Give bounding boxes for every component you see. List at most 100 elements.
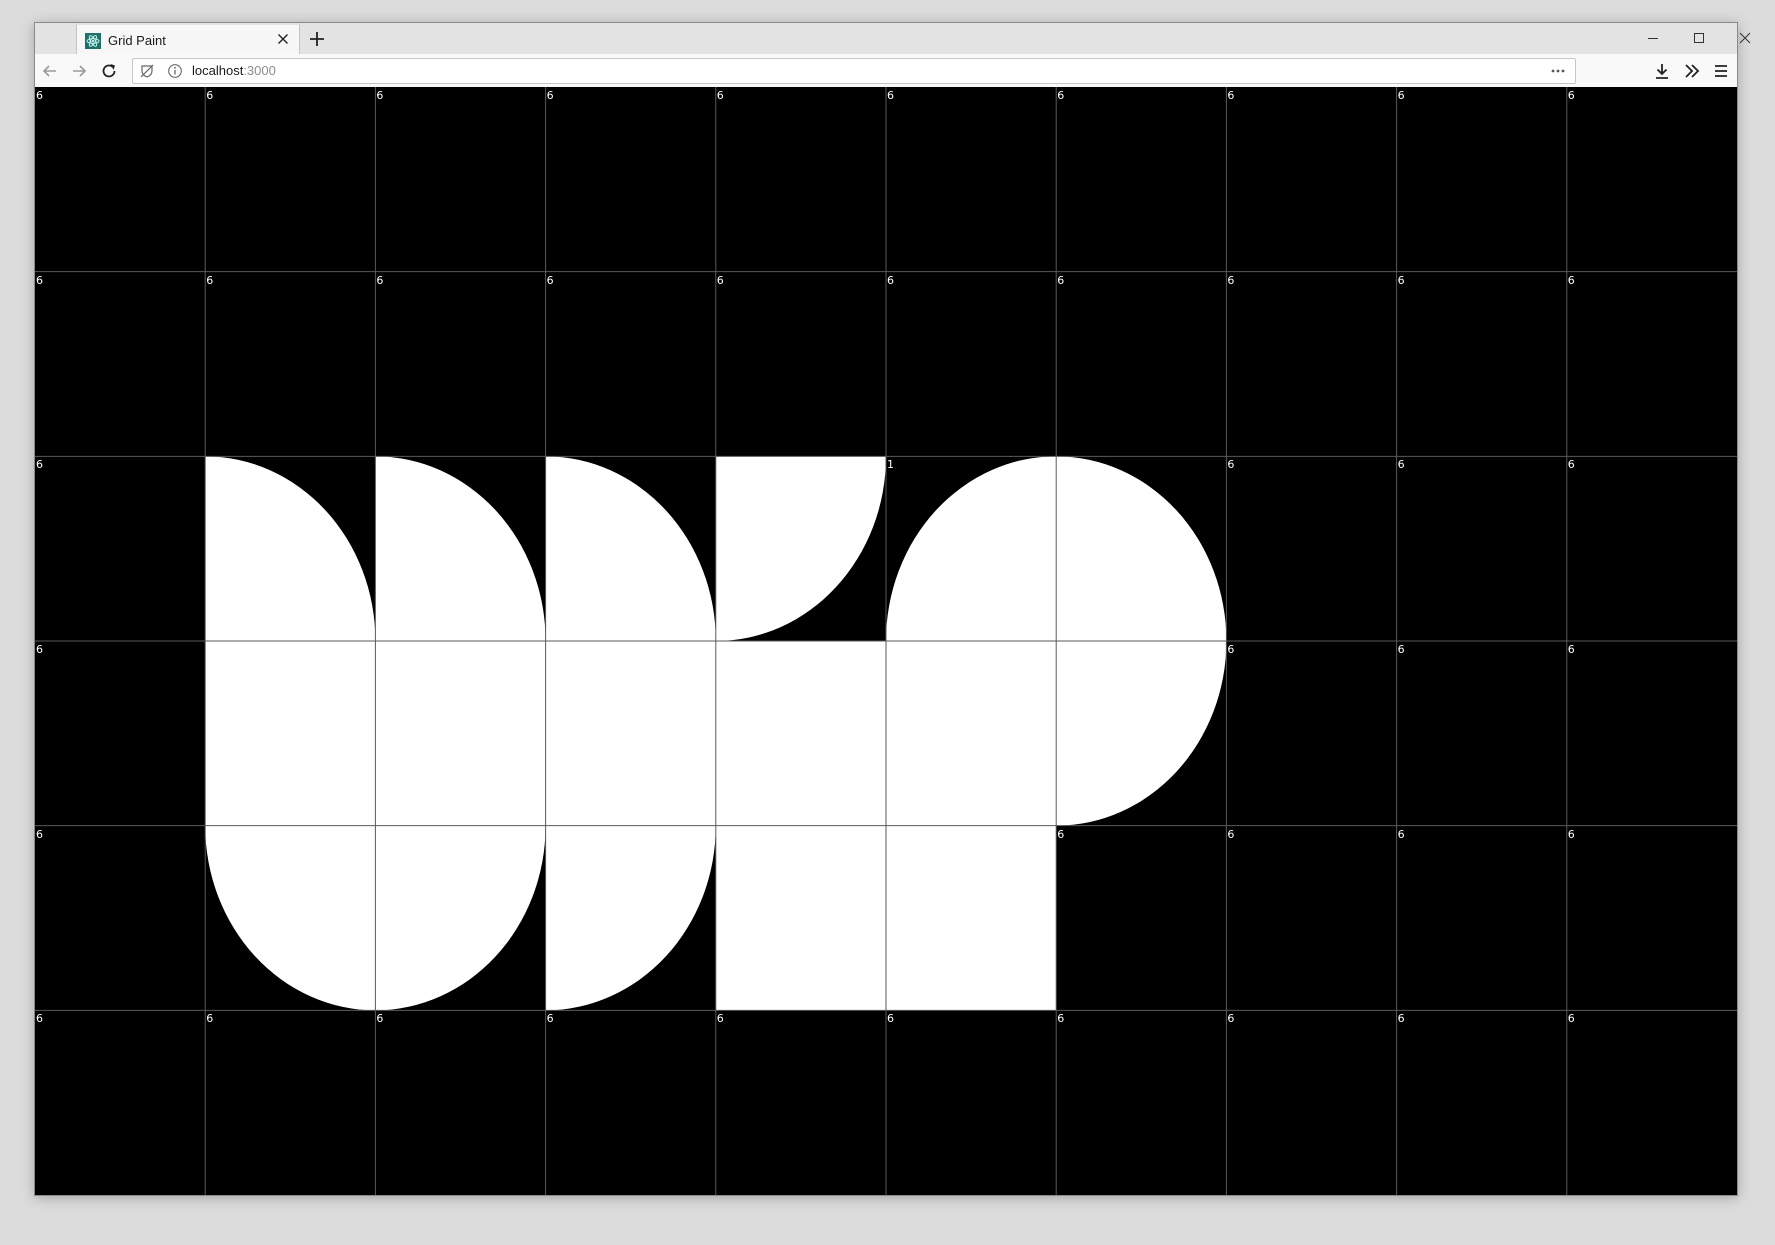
url-port: :3000 — [243, 63, 276, 78]
grid-cell[interactable] — [715, 1010, 886, 1195]
grid-cell[interactable] — [1566, 87, 1737, 272]
grid-cell[interactable] — [1396, 87, 1567, 272]
paint-canvas[interactable]: 6 6 6 6 6 6 6 6 6 6 6 6 6 6 6 6 6 6 6 6 6 1 6 6 6 6 6 6 6 6 6 6 6 6 6 6 6 6 6 6… — [35, 87, 1737, 1195]
grid-cell[interactable] — [205, 825, 376, 1011]
grid-cell[interactable] — [1056, 87, 1227, 272]
download-icon[interactable] — [1652, 61, 1672, 81]
reload-icon[interactable] — [99, 61, 119, 81]
cell-background — [1566, 87, 1737, 272]
plus-icon[interactable] — [307, 29, 327, 49]
cell-label: 6 — [1567, 458, 1575, 472]
tab-grid-paint[interactable]: Grid Paint — [76, 23, 300, 54]
cell-background — [1396, 641, 1567, 826]
grid-cell[interactable] — [205, 87, 376, 272]
grid-cell[interactable] — [886, 1010, 1057, 1195]
grid-cell[interactable] — [205, 641, 376, 826]
url-text[interactable]: localhost:3000 — [192, 63, 276, 78]
grid-cell[interactable] — [375, 825, 546, 1011]
grid-cell[interactable] — [1396, 825, 1567, 1011]
grid-cell[interactable] — [1226, 641, 1397, 826]
grid-cell[interactable] — [886, 825, 1057, 1011]
grid-cell[interactable] — [715, 271, 886, 457]
cell-label: 6 — [716, 1012, 724, 1026]
grid-cell[interactable] — [1226, 87, 1397, 272]
grid-cell[interactable] — [1396, 456, 1567, 641]
grid-cell[interactable] — [886, 271, 1057, 457]
cell-background — [886, 1010, 1057, 1195]
cell-label: 6 — [36, 827, 43, 841]
grid-cell[interactable] — [35, 825, 206, 1011]
grid-cell[interactable] — [1056, 825, 1227, 1011]
back-arrow-icon[interactable] — [40, 61, 60, 81]
grid-cell[interactable] — [375, 641, 546, 826]
grid-cell[interactable] — [1056, 1010, 1227, 1195]
tab-strip: Grid Paint — [35, 23, 1751, 55]
grid-cell[interactable] — [375, 1010, 546, 1195]
url-bar[interactable]: localhost:3000 — [132, 58, 1576, 84]
grid-cell[interactable] — [1226, 825, 1397, 1011]
grid-cell[interactable] — [35, 271, 206, 457]
cell-background — [1566, 641, 1737, 826]
grid-cell[interactable] — [545, 825, 716, 1011]
grid-cell[interactable] — [205, 456, 376, 641]
grid-cell[interactable] — [1566, 456, 1737, 641]
grid-cell[interactable] — [1566, 1010, 1737, 1195]
cell-background — [1396, 1010, 1567, 1195]
grid-cell[interactable] — [1396, 641, 1567, 826]
grid-cell[interactable] — [715, 456, 886, 641]
cell-label: 6 — [376, 273, 384, 287]
maximize-icon[interactable] — [1688, 28, 1710, 48]
grid-cell[interactable] — [1056, 641, 1227, 826]
grid-cell[interactable] — [545, 641, 716, 826]
grid-cell[interactable] — [375, 87, 546, 272]
cell-background — [205, 271, 376, 457]
grid-cell[interactable] — [205, 1010, 376, 1195]
chevron-double-right-icon[interactable] — [1682, 61, 1702, 81]
ellipsis-icon[interactable] — [1549, 62, 1567, 80]
grid-cell[interactable] — [545, 1010, 716, 1195]
grid-cell[interactable] — [205, 271, 376, 457]
grid-cell[interactable] — [1396, 1010, 1567, 1195]
grid-cell[interactable] — [1056, 271, 1227, 457]
grid-drawing[interactable] — [35, 87, 1737, 1195]
grid-cell[interactable] — [375, 271, 546, 457]
minimize-icon[interactable] — [1642, 28, 1664, 48]
grid-cell[interactable] — [1226, 271, 1397, 457]
grid-cell[interactable] — [375, 456, 546, 641]
grid-cell[interactable] — [715, 825, 886, 1011]
cell-label: 6 — [206, 89, 214, 102]
close-icon[interactable] — [275, 31, 291, 47]
hamburger-menu-icon[interactable] — [1711, 61, 1731, 81]
grid-cell[interactable] — [715, 87, 886, 272]
grid-cell[interactable] — [545, 271, 716, 457]
grid-cell[interactable] — [35, 641, 206, 826]
cell-background — [1226, 825, 1397, 1011]
cell-background — [35, 271, 206, 457]
cell-label: 6 — [1397, 643, 1405, 656]
grid-cell[interactable] — [1566, 825, 1737, 1011]
info-icon[interactable] — [167, 63, 183, 79]
grid-cell[interactable] — [35, 87, 206, 272]
grid-cell[interactable] — [886, 87, 1057, 272]
grid-cell[interactable] — [35, 1010, 206, 1195]
grid-cell[interactable] — [545, 456, 716, 641]
grid-cell[interactable] — [1396, 271, 1567, 457]
forward-arrow-icon[interactable] — [69, 61, 89, 81]
cell-background — [35, 825, 206, 1011]
cell-label: 6 — [1397, 89, 1405, 102]
grid-cell[interactable] — [1226, 456, 1397, 641]
grid-cell[interactable] — [1566, 271, 1737, 457]
grid-cell[interactable] — [886, 641, 1057, 826]
grid-cell[interactable] — [1226, 1010, 1397, 1195]
grid-cell[interactable] — [1056, 456, 1227, 641]
grid-cell[interactable] — [545, 87, 716, 272]
grid-cell[interactable] — [1566, 641, 1737, 826]
cell-label: 6 — [1057, 89, 1065, 102]
tracking-protection-icon[interactable] — [139, 63, 155, 79]
grid-cell[interactable] — [35, 456, 206, 641]
cell-background — [35, 641, 206, 826]
grid-cell[interactable] — [886, 456, 1057, 641]
grid-cell[interactable] — [715, 641, 886, 826]
close-window-icon[interactable] — [1734, 28, 1756, 48]
cell-label: 6 — [206, 273, 214, 287]
